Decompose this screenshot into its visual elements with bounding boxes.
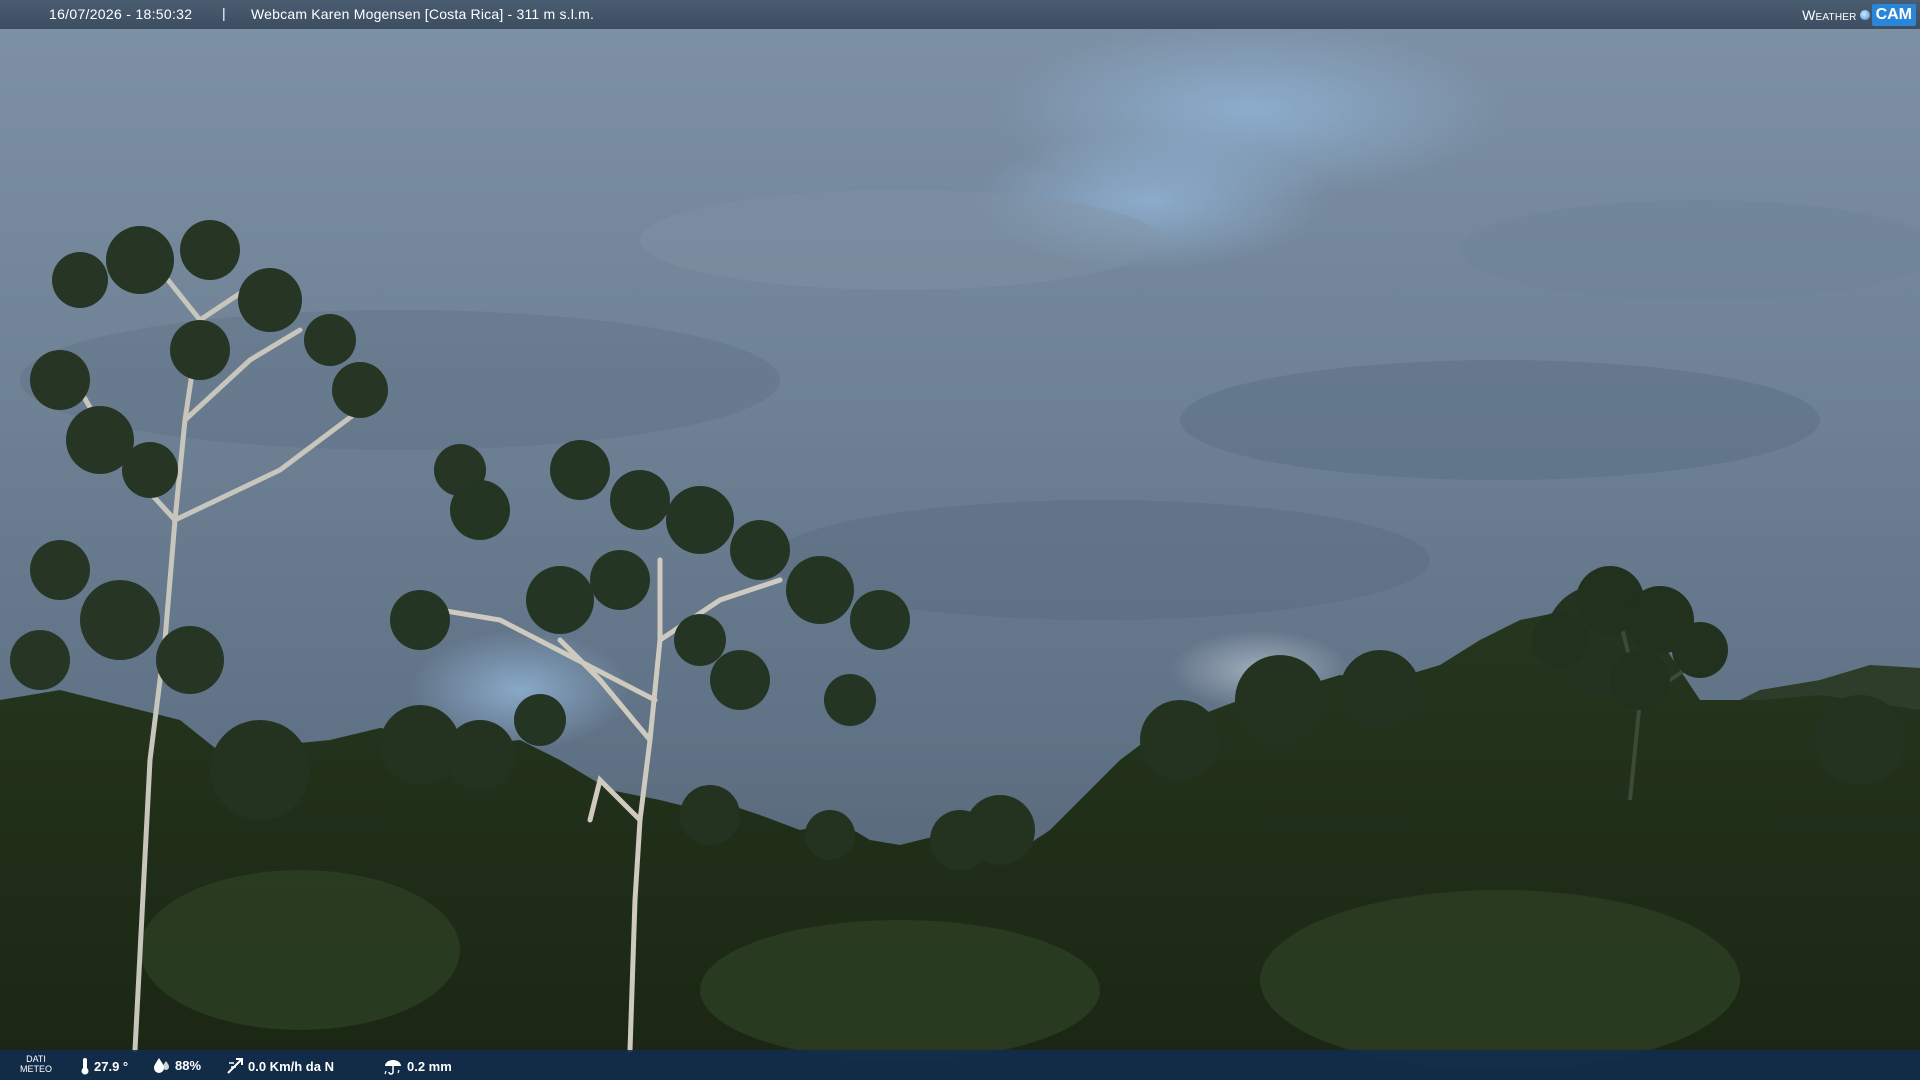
rain-reading: 0.2 mm [383,1057,452,1075]
timestamp: 16/07/2026 - 18:50:32 [49,6,193,22]
camera-title: Webcam Karen Mogensen [Costa Rica] - 311… [251,6,595,22]
humidity-reading: 88% [153,1057,201,1073]
rain-value: 0.2 mm [407,1058,452,1074]
label-line-1: DATI [26,1054,46,1064]
weather-data-bar: DATI METEO 27.9 ° 88% 0.0 Km/h da N 0.2 … [0,1050,1920,1080]
rain-icon [384,1060,401,1075]
humidity-value: 88% [175,1057,202,1073]
wind-value: 0.0 Km/h da N [248,1058,334,1074]
wind-reading: 0.0 Km/h da N [226,1057,334,1075]
header-bar: 16/07/2026 - 18:50:32 | Webcam Karen Mog… [0,0,1920,29]
weather-data-label: DATI METEO [20,1054,52,1074]
thermometer-icon [81,1058,89,1075]
webcam-image [0,0,1920,1080]
label-line-2: METEO [20,1064,53,1074]
header-separator: | [222,5,226,21]
globe-icon [1859,9,1870,20]
logo-weather-text: Weather [1802,6,1857,23]
logo-cam-text: CAM [1871,3,1916,26]
temperature-reading: 27.9 ° [80,1057,128,1075]
temperature-value: 27.9 ° [94,1058,129,1074]
humidity-icon [154,1058,169,1073]
weathercam-logo[interactable]: Weather CAM [1802,0,1920,29]
wind-icon [227,1058,243,1074]
